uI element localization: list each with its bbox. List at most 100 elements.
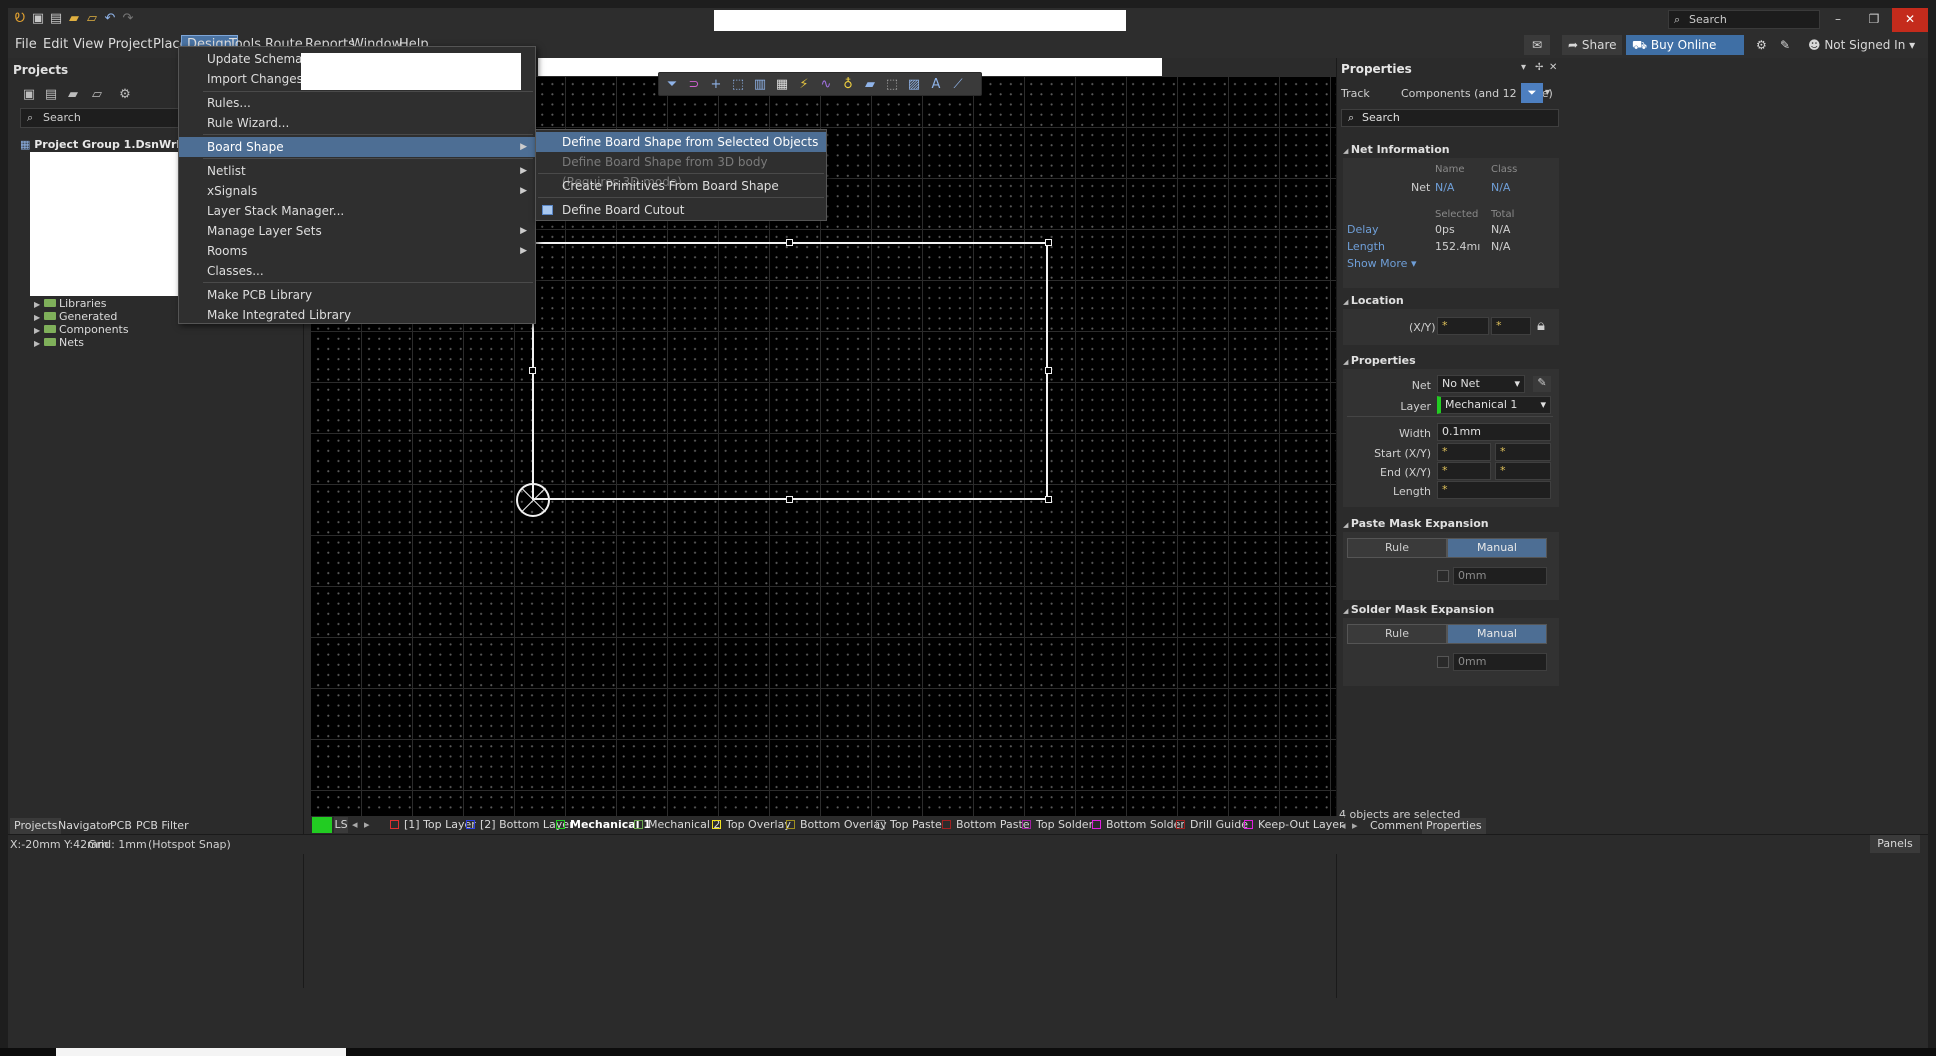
diff-pair-icon[interactable]: ∿ [817,76,835,94]
board-edge-handle[interactable] [786,239,793,246]
menu-rules[interactable]: Rules... [179,93,535,113]
board-vertex-handle[interactable] [1045,496,1052,503]
menu-layer-stack-manager[interactable]: Layer Stack Manager... [179,201,535,221]
layer-tab-drill-guide[interactable]: Drill Guide [1176,817,1248,833]
menu-rule-wizard[interactable]: Rule Wizard... [179,113,535,133]
tree-node-nets[interactable]: ▶ Nets [34,336,84,349]
dimension-icon[interactable]: ▨ [905,76,923,94]
lock-icon[interactable]: 🔒︎ [1537,316,1545,334]
layer-tab-keep-out[interactable]: Keep-Out Layer [1244,817,1344,833]
align-icon[interactable]: ▥ [751,76,769,94]
show-more-link[interactable]: Show More ▾ [1347,257,1416,270]
layer-tab-top-paste[interactable]: Top Paste [876,817,942,833]
paste-rule-toggle[interactable]: Rule [1347,538,1447,558]
interactive-route-icon[interactable]: ⚡ [795,76,813,94]
layer-select[interactable]: Mechanical 1 ▾ [1437,396,1551,414]
select-rect-icon[interactable]: ⬚ [729,76,747,94]
menu-define-board-shape-selected[interactable]: Define Board Shape from Selected Objects [536,132,826,152]
board-shape-outline[interactable] [532,242,1048,500]
location-header[interactable]: Location [1343,294,1404,307]
start-y-field[interactable]: * [1495,443,1551,461]
keepout-icon[interactable]: ⬚ [883,76,901,94]
paste-value-field[interactable]: 0mm [1453,567,1547,585]
panel-menu-chevron-icon[interactable]: ▾ [1521,62,1526,73]
project-options-icon[interactable]: ⚙ [116,86,134,104]
menu-board-shape[interactable]: Board Shape ▶ [179,137,535,157]
track-length-field[interactable]: * [1437,481,1551,499]
layer-tab-bottom-solder[interactable]: Bottom Solder [1092,817,1185,833]
line-icon[interactable]: ⟋ [949,76,967,94]
tree-node-libraries[interactable]: ▶ Libraries [34,297,107,310]
maximize-button[interactable]: ❐ [1856,8,1892,32]
filter-icon[interactable]: ⏷ [663,76,681,94]
tree-node-components[interactable]: ▶ Components [34,323,129,336]
account-button[interactable]: ☻ Not Signed In ▾ [1808,35,1915,55]
panel-tab-properties[interactable]: Properties [1422,818,1486,834]
layer-tab-bottom-paste[interactable]: Bottom Paste [942,817,1030,833]
board-edge-handle[interactable] [529,367,536,374]
compile-icon[interactable]: ▤ [42,86,60,104]
start-x-field[interactable]: * [1437,443,1491,461]
paste-manual-toggle[interactable]: Manual [1447,538,1547,558]
edit-net-icon[interactable]: ✎ [1533,376,1551,392]
settings-gear-icon[interactable]: ⚙ [1756,35,1767,55]
board-edge-handle[interactable] [786,496,793,503]
layer-tab-top-layer[interactable]: [1] Top Layer [390,817,476,833]
layer-scroll-left-icon[interactable]: ◂ [352,817,358,833]
properties-section-header[interactable]: Properties [1343,354,1416,367]
save-project-icon[interactable]: ▣ [20,86,38,104]
panel-pin-icon[interactable]: ✢ [1535,62,1543,73]
route-icon[interactable]: ⊃ [685,76,703,94]
close-button[interactable]: ✕ [1892,8,1928,32]
board-edge-handle[interactable] [1045,367,1052,374]
solder-value-field[interactable]: 0mm [1453,653,1547,671]
add-folder-icon[interactable]: ▰ [64,86,82,104]
menu-file[interactable]: File [10,35,42,55]
open-folder-icon[interactable]: ▰ [66,11,82,27]
current-layer-swatch[interactable] [312,817,332,833]
layer-tab-top-solder[interactable]: Top Solder [1022,817,1093,833]
minimize-button[interactable]: – [1820,8,1856,32]
net-name-link[interactable]: N/A [1435,181,1454,194]
panel-close-icon[interactable]: ✕ [1549,62,1557,73]
menu-create-primitives[interactable]: Create Primitives From Board Shape [536,176,826,196]
end-y-field[interactable]: * [1495,462,1551,480]
selection-filter-button[interactable]: ⏷ [1521,83,1543,103]
menu-netlist[interactable]: Netlist ▶ [179,161,535,181]
solder-manual-toggle[interactable]: Manual [1447,624,1547,644]
menu-make-pcb-library[interactable]: Make PCB Library [179,285,535,305]
menu-define-board-cutout[interactable]: Define Board Cutout [536,200,826,220]
panels-button[interactable]: Panels [1870,835,1920,853]
text-icon[interactable]: A [927,76,945,94]
paste-mask-header[interactable]: Paste Mask Expansion [1343,517,1489,530]
save-all-icon[interactable]: ▤ [48,11,64,27]
layer-tab-bottom-overlay[interactable]: Bottom Overlay [786,817,887,833]
buy-online-button[interactable]: ⛟ Buy Online Now [1626,35,1744,72]
preferences-icon[interactable]: ✎ [1780,35,1790,55]
layer-tab-mechanical-2[interactable]: Mechanical 2 [634,817,720,833]
menu-make-integrated-library[interactable]: Make Integrated Library [179,305,535,325]
menu-manage-layer-sets[interactable]: Manage Layer Sets ▶ [179,221,535,241]
polygon-icon[interactable]: ▰ [861,76,879,94]
layer-set-button[interactable]: LS [334,817,348,833]
undo-icon[interactable]: ↶ [102,11,118,27]
solder-mask-header[interactable]: Solder Mask Expansion [1343,603,1494,616]
layer-scroll-right-icon[interactable]: ▸ [364,817,370,833]
panel-tab-pcb-filter[interactable]: PCB Filter [132,818,193,834]
save-icon[interactable]: ▣ [30,11,46,27]
via-icon[interactable]: ♁ [839,76,857,94]
net-class-link[interactable]: N/A [1491,181,1510,194]
open-project-icon[interactable]: ▱ [84,11,100,27]
layer-tab-top-overlay[interactable]: Top Overlay [712,817,791,833]
notifications-button[interactable]: ✉ [1524,35,1550,55]
paste-checkbox[interactable] [1437,570,1449,582]
filter-dropdown-chevron-icon[interactable]: ▾ [1545,87,1550,98]
net-select[interactable]: No Net ▾ [1437,375,1525,393]
move-icon[interactable]: + [707,76,725,94]
net-information-header[interactable]: Net Information [1343,143,1450,156]
solder-checkbox[interactable] [1437,656,1449,668]
location-y-field[interactable]: * [1491,317,1531,335]
location-x-field[interactable]: * [1437,317,1489,335]
redo-icon[interactable]: ↷ [120,11,136,27]
width-field[interactable]: 0.1mm [1437,423,1551,441]
